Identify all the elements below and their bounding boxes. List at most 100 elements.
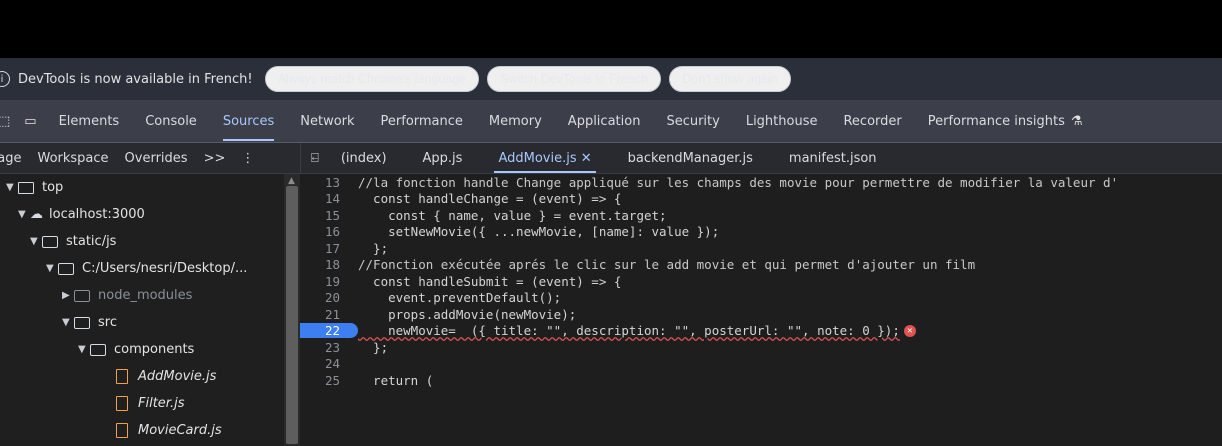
tab-recorder[interactable]: Recorder [843, 114, 901, 129]
tree-item-node-modules[interactable]: ▶ node_modules [0, 282, 300, 309]
line-number[interactable]: 25 [300, 373, 358, 388]
line-text: //Fonction exécutée aprés le clic sur le… [358, 257, 976, 273]
line-number[interactable]: 18 [300, 257, 358, 272]
tree-item-desktop[interactable]: ▼ C:/Users/nesri/Desktop/... [0, 255, 300, 282]
main-tabs: ⬚ ▭ Elements Console Sources Network Per… [0, 100, 1222, 143]
device-toolbar-icon[interactable]: ▭ [24, 114, 36, 129]
file-navigator: ▼ top ▼ ☁ localhost:3000 ▼ static/js ▼ C… [0, 174, 300, 446]
editor-tab-appjs[interactable]: App.js [423, 151, 463, 166]
info-icon: i [0, 71, 10, 87]
tab-performance-insights[interactable]: Performance insights [928, 114, 1065, 129]
line-text: //la fonction handle Change appliqué sur… [358, 174, 1119, 190]
code-line: 18//Fonction exécutée aprés le clic sur … [300, 257, 1222, 274]
code-line: 17 }; [300, 240, 1222, 257]
tab-sources[interactable]: Sources [222, 114, 275, 141]
navigator-tabs: Page Workspace Overrides >> ⋮ [0, 143, 301, 173]
file-icon [116, 423, 128, 438]
scroll-up-icon[interactable]: ▲ [288, 176, 295, 186]
line-number[interactable]: 21 [300, 307, 358, 322]
tab-overrides[interactable]: Overrides [125, 151, 188, 166]
file-icon [116, 369, 128, 384]
more-tabs-icon[interactable]: >> [204, 151, 226, 166]
language-infobar: i DevTools is now available in French! A… [0, 58, 1222, 100]
line-number[interactable]: 19 [300, 274, 358, 289]
editor-tab-addmovie[interactable]: AddMovie.js ✕ [494, 151, 596, 173]
line-text: return ( [358, 372, 434, 388]
tree-item-origin[interactable]: ▼ ☁ localhost:3000 [0, 201, 300, 228]
switch-to-french-button[interactable]: Switch DevTools to French [487, 66, 662, 92]
dont-show-again-button[interactable]: Don't show again [669, 66, 791, 92]
tab-memory[interactable]: Memory [489, 114, 542, 129]
line-number[interactable]: 24 [300, 356, 358, 371]
line-text: setNewMovie({ ...newMovie, [name]: value… [358, 224, 720, 240]
tree-item-moviecard[interactable]: MovieCard.js [0, 417, 300, 444]
sources-subtabs: Page Workspace Overrides >> ⋮ ⍇ (index) … [0, 143, 1222, 174]
folder-icon [42, 235, 58, 248]
code-line: 25 return ( [300, 372, 1222, 389]
line-text: const handleChange = (event) => { [358, 191, 622, 207]
line-number[interactable]: 20 [300, 290, 358, 305]
tree-item-static-js[interactable]: ▼ static/js [0, 228, 300, 255]
editor-tabs: ⍇ (index) App.js AddMovie.js ✕ backendMa… [301, 143, 913, 173]
line-text: }; [358, 339, 389, 355]
tab-application[interactable]: Application [568, 114, 641, 129]
tree-item-src[interactable]: ▼ src [0, 309, 300, 336]
folder-icon [58, 262, 74, 275]
line-number[interactable]: 14 [300, 191, 358, 206]
tree-item-addmovie[interactable]: AddMovie.js [0, 363, 300, 390]
code-line-breakpoint: 22 newMovie= ({ title: "", description: … [300, 323, 1222, 340]
editor-tab-index[interactable]: (index) [341, 151, 387, 166]
tab-page[interactable]: Page [0, 151, 21, 166]
line-number[interactable]: 15 [300, 208, 358, 223]
tab-security[interactable]: Security [666, 114, 719, 129]
tree-item-components[interactable]: ▼ components [0, 336, 300, 363]
line-number[interactable]: 13 [300, 175, 358, 190]
infobar-message: DevTools is now available in French! [18, 71, 253, 87]
flask-icon: ⚗ [1070, 113, 1083, 129]
code-line: 15 const { name, value } = event.target; [300, 207, 1222, 224]
line-number[interactable]: 23 [300, 340, 358, 355]
code-line: 24 [300, 356, 1222, 373]
frame-icon [18, 181, 34, 194]
line-number[interactable]: 16 [300, 224, 358, 239]
folder-icon [74, 316, 90, 329]
scroll-thumb[interactable] [286, 186, 298, 444]
always-match-language-button[interactable]: Always match Chrome's language [264, 66, 480, 92]
tab-workspace[interactable]: Workspace [37, 151, 108, 166]
chevron-down-icon: ▼ [6, 182, 14, 193]
code-line: 13//la fonction handle Change appliqué s… [300, 174, 1222, 191]
folder-icon [74, 289, 90, 302]
chevron-down-icon: ▼ [78, 344, 86, 355]
tree-item-top[interactable]: ▼ top [0, 174, 300, 201]
line-number[interactable]: 17 [300, 241, 358, 256]
menu-icon[interactable]: ⋮ [241, 151, 254, 166]
line-text: const { name, value } = event.target; [358, 207, 667, 223]
toggle-navigator-icon[interactable]: ⍇ [311, 151, 319, 166]
code-line: 19 const handleSubmit = (event) => { [300, 273, 1222, 290]
line-text: props.addMovie(newMovie); [358, 306, 577, 322]
tab-elements[interactable]: Elements [59, 114, 120, 129]
tab-lighthouse[interactable]: Lighthouse [746, 114, 818, 129]
line-text: event.preventDefault(); [358, 290, 562, 306]
code-line: 21 props.addMovie(newMovie); [300, 306, 1222, 323]
line-text: newMovie= ({ title: "", description: "",… [358, 323, 900, 339]
editor-tab-backendmanager[interactable]: backendManager.js [628, 151, 753, 166]
code-editor[interactable]: 13//la fonction handle Change appliqué s… [300, 174, 1222, 446]
navigator-scrollbar[interactable]: ▲ [284, 174, 300, 446]
code-line: 16 setNewMovie({ ...newMovie, [name]: va… [300, 224, 1222, 241]
inspect-icon[interactable]: ⬚ [0, 114, 10, 129]
tab-console[interactable]: Console [145, 114, 197, 129]
chevron-down-icon: ▼ [46, 263, 54, 274]
code-line: 20 event.preventDefault(); [300, 290, 1222, 307]
editor-tab-manifest[interactable]: manifest.json [789, 151, 877, 166]
tab-performance[interactable]: Performance [381, 114, 463, 129]
code-line: 14 const handleChange = (event) => { [300, 191, 1222, 208]
chevron-down-icon: ▼ [18, 209, 26, 220]
file-icon [116, 396, 128, 411]
code-line: 23 }; [300, 339, 1222, 356]
error-icon[interactable]: ✕ [903, 324, 916, 337]
tree-item-filter[interactable]: Filter.js [0, 390, 300, 417]
breakpoint-marker[interactable]: 22 [300, 323, 358, 339]
tab-network[interactable]: Network [300, 114, 354, 129]
close-icon[interactable]: ✕ [581, 151, 592, 166]
